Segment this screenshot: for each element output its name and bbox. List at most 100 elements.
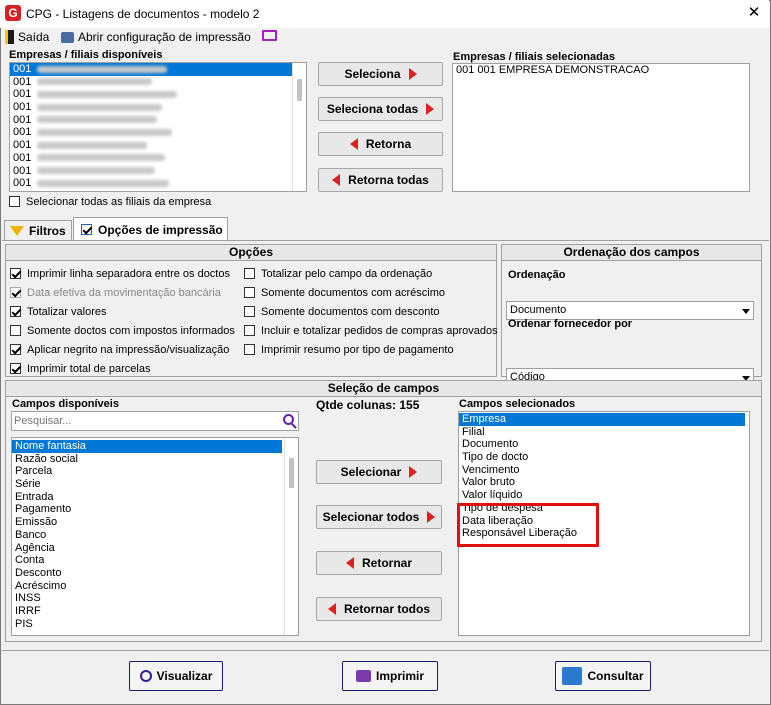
ordering-title: Ordenação dos campos	[502, 245, 761, 261]
app-logo-icon: G	[5, 5, 21, 21]
checkbox-box[interactable]	[10, 325, 21, 336]
list-item[interactable]: 001	[10, 126, 306, 139]
list-item[interactable]: Conta	[12, 554, 282, 567]
list-item[interactable]: Banco	[12, 529, 282, 542]
list-item[interactable]: Valor bruto	[459, 476, 749, 489]
select-all-companies-button[interactable]: Seleciona todas	[318, 97, 443, 121]
list-item[interactable]: 001	[10, 76, 306, 89]
list-item[interactable]: 001	[10, 152, 306, 165]
open-print-config-button[interactable]: Abrir configuração de impressão	[61, 30, 251, 44]
return-all-fields-button[interactable]: Retornar todos	[316, 597, 442, 621]
list-item[interactable]: Emissão	[12, 516, 282, 529]
magnifier-icon	[139, 670, 152, 682]
monitor-icon[interactable]	[262, 30, 277, 41]
list-item[interactable]: Desconto	[12, 567, 282, 580]
list-item[interactable]: Pagamento	[12, 503, 282, 516]
list-item[interactable]: 001	[10, 139, 306, 152]
checkbox-box[interactable]	[10, 306, 21, 317]
arrow-left-icon	[345, 557, 354, 569]
option-checkbox[interactable]: Imprimir total de parcelas	[10, 359, 235, 378]
list-item[interactable]: 001 001 EMPRESA DEMONSTRACAO	[453, 64, 749, 77]
return-all-companies-button[interactable]: Retorna todas	[318, 168, 443, 192]
chevron-down-icon	[742, 309, 750, 314]
option-checkbox[interactable]: Totalizar valores	[10, 302, 235, 321]
company-code: 001	[13, 177, 32, 190]
list-item[interactable]: Nome fantasia	[12, 440, 282, 453]
list-item[interactable]: Empresa	[459, 413, 745, 426]
checkbox-box[interactable]	[244, 325, 255, 336]
checkbox-box[interactable]	[244, 306, 255, 317]
list-item[interactable]: Agência	[12, 542, 282, 555]
option-checkbox[interactable]: Somente documentos com acréscimo	[244, 283, 498, 302]
list-item[interactable]: Tipo de docto	[459, 451, 749, 464]
list-item[interactable]: Valor líquido	[459, 489, 749, 502]
list-item[interactable]: 001	[10, 88, 306, 101]
list-item[interactable]: Filial	[459, 426, 749, 439]
tab-filters[interactable]: Filtros	[4, 220, 72, 240]
list-item[interactable]: Série	[12, 478, 282, 491]
list-item[interactable]: Entrada	[12, 491, 282, 504]
list-item[interactable]: INSS	[12, 592, 282, 605]
print-button[interactable]: Imprimir	[342, 661, 438, 691]
company-code: 001	[13, 88, 32, 101]
list-item[interactable]: 001	[10, 165, 306, 178]
list-item[interactable]: IRRF	[12, 605, 282, 618]
footer-divider	[2, 650, 769, 651]
checkbox-box[interactable]	[10, 287, 21, 298]
select-company-button[interactable]: Seleciona	[318, 62, 443, 86]
list-item[interactable]: PIS	[12, 618, 282, 631]
return-field-button[interactable]: Retornar	[316, 551, 442, 575]
selected-companies-list[interactable]: 001 001 EMPRESA DEMONSTRACAO	[452, 63, 750, 192]
return-label: Retorna	[365, 137, 412, 151]
select-field-button[interactable]: Selecionar	[316, 460, 442, 484]
list-item[interactable]: Acréscimo	[12, 580, 282, 593]
option-checkbox[interactable]: Imprimir linha separadora entre os docto…	[10, 264, 235, 283]
checkbox-box[interactable]	[10, 268, 21, 279]
available-fields-list[interactable]: Nome fantasia Razão social Parcela Série Ent…	[11, 437, 299, 636]
redacted-name	[37, 129, 173, 137]
list-item[interactable]: Parcela	[12, 465, 282, 478]
order-value: Documento	[510, 304, 567, 316]
printer-icon	[355, 670, 371, 682]
tab-print-options[interactable]: Opções de impressão	[73, 217, 228, 241]
checkbox-box[interactable]	[244, 344, 255, 355]
order-label: Ordenação	[508, 269, 566, 281]
option-checkbox[interactable]: Incluir e totalizar pedidos de compras a…	[244, 321, 498, 340]
select-all-fields-button[interactable]: Selecionar todos	[316, 505, 442, 529]
list-item[interactable]: 001	[10, 114, 306, 127]
list-item[interactable]: 001	[10, 101, 306, 114]
query-button[interactable]: Consultar	[555, 661, 651, 691]
companies-scrollbar[interactable]	[292, 63, 306, 191]
checkbox-box[interactable]	[10, 344, 21, 355]
scrollbar-thumb[interactable]	[289, 458, 294, 488]
redacted-name	[37, 167, 156, 175]
available-companies-list[interactable]: 001 001 001 001 001 001 001 001 001 001	[9, 62, 307, 192]
search-field[interactable]	[11, 411, 299, 431]
list-item[interactable]: Razão social	[12, 453, 282, 466]
checkbox-box[interactable]	[9, 196, 20, 207]
view-button[interactable]: Visualizar	[129, 661, 223, 691]
option-checkbox[interactable]: Imprimir resumo por tipo de pagamento	[244, 340, 498, 359]
list-item[interactable]: Documento	[459, 438, 749, 451]
checkbox-box[interactable]	[244, 287, 255, 298]
list-item[interactable]: Vencimento	[459, 464, 749, 477]
option-checkbox[interactable]: Somente documentos com desconto	[244, 302, 498, 321]
checkbox-box[interactable]	[244, 268, 255, 279]
option-checkbox[interactable]: Aplicar negrito na impressão/visualizaçã…	[10, 340, 235, 359]
checkbox-box[interactable]	[10, 363, 21, 374]
list-item[interactable]: 001	[10, 63, 306, 76]
option-checkbox[interactable]: Totalizar pelo campo da ordenação	[244, 264, 498, 283]
list-item[interactable]: 001	[10, 177, 306, 190]
search-input[interactable]	[12, 412, 267, 429]
exit-button[interactable]: Saída	[5, 30, 49, 44]
option-checkbox[interactable]: Somente doctos com impostos informados	[10, 321, 235, 340]
selected-fields-label: Campos selecionados	[459, 398, 576, 410]
select-all-branches-checkbox[interactable]: Selecionar todas as filiais da empresa	[9, 192, 211, 211]
return-company-button[interactable]: Retorna	[318, 132, 443, 156]
option-label: Imprimir linha separadora entre os docto…	[27, 267, 230, 280]
close-icon[interactable]: ✕	[744, 4, 764, 22]
redacted-name	[37, 103, 163, 111]
option-checkbox[interactable]: Data efetiva da movimentação bancária	[10, 283, 235, 302]
scrollbar-thumb[interactable]	[297, 79, 302, 101]
fields-scrollbar[interactable]	[284, 438, 298, 635]
